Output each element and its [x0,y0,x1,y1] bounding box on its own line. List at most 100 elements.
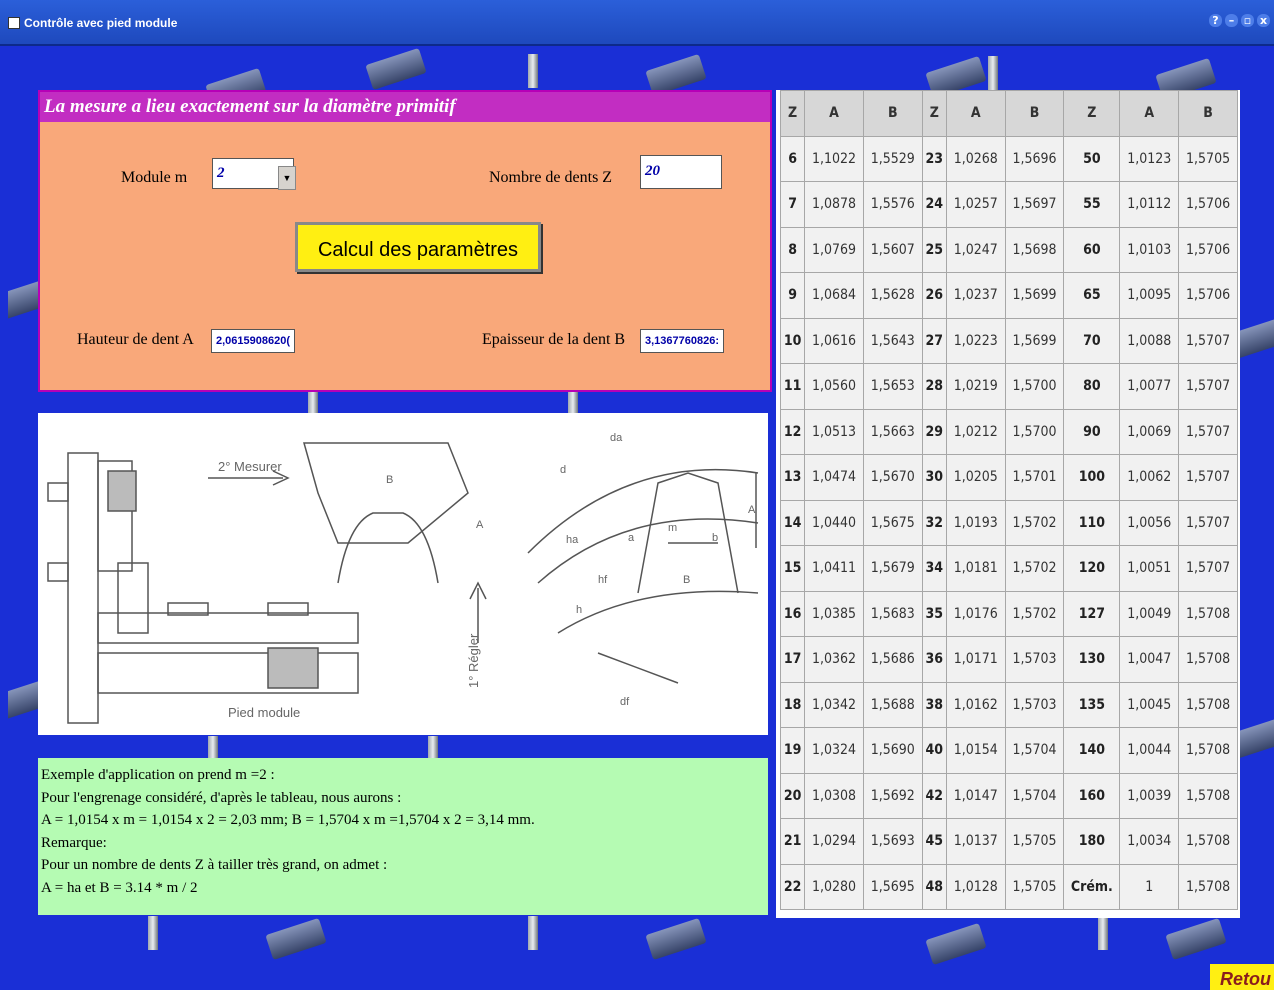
addendum-label: ha [566,534,579,546]
table-cell: 1,5663 [862,408,923,455]
table-cell: 70 [1063,317,1121,364]
chevron-down-icon[interactable]: ▼ [278,166,296,190]
table-cell: 1,0049 [1119,590,1180,637]
table-cell: 50 [1063,135,1121,182]
table-cell: 1,5696 [1004,135,1065,182]
table-cell: 1,5686 [862,636,923,683]
table-cell: 1,5703 [1004,681,1065,728]
height-a-label: A [748,504,756,516]
table-header-cell: Z [779,90,806,137]
table-row: 15 1,0411 1,5679 34 1,0181 1,5702 120 1,0051 1,5… [779,545,1238,592]
table-cell: 16 [779,590,806,637]
back-button[interactable]: Retou [1210,964,1274,990]
table-cell: 22 [779,863,806,910]
close-icon[interactable]: x [1257,14,1270,27]
maximize-icon[interactable]: ▫ [1241,14,1254,27]
table-cell: 1,5690 [862,727,923,774]
table-cell: 1,5679 [862,545,923,592]
table-cell: 1,5708 [1178,818,1238,865]
table-cell: 25 [921,226,947,273]
table-cell: 42 [921,772,947,819]
reference-table-panel: ZABZABZAB 6 1,1022 1,5529 23 1,0268 1,5696 50 1… [776,90,1240,918]
table-cell: 65 [1063,272,1121,319]
tooth-height-label: Hauteur de dent A [77,331,194,348]
calculate-button[interactable]: Calcul des paramètres [295,222,541,272]
pitch-diameter-label: d [560,464,566,476]
table-cell: 1,5702 [1004,590,1065,637]
table-cell: 1,0247 [945,226,1006,273]
table-cell: 1,0513 [804,408,864,455]
table-cell: 26 [921,272,947,319]
table-cell: 1,0411 [804,545,864,592]
table-cell: 1,0034 [1119,818,1180,865]
table-header-cell: Z [1063,90,1121,137]
table-cell: 1,0324 [804,727,864,774]
table-cell: 1,0219 [945,363,1006,410]
table-cell: 1,5701 [1004,454,1065,501]
example-line: A = 1,0154 x m = 1,0154 x 2 = 2,03 mm; B… [41,812,535,828]
tooth-height-output[interactable]: 2,0615908620( [211,329,295,353]
table-cell: 1,0212 [945,408,1006,455]
table-cell: 1,0137 [945,818,1006,865]
table-row: 21 1,0294 1,5693 45 1,0137 1,5705 180 1,0034 1,5… [779,818,1238,865]
table-cell: 35 [921,590,947,637]
module-label: Module m [121,169,188,186]
table-cell: 1,5683 [862,590,923,637]
table-cell: 32 [921,499,947,546]
table-cell: 1,0047 [1119,636,1180,683]
table-cell: 1,0069 [1119,408,1180,455]
table-cell: 1,0223 [945,317,1006,364]
tip-diameter-label: da [610,432,623,444]
dimension-b-label: B [386,474,393,486]
table-cell: 1,0684 [804,272,864,319]
point-b-label: b [712,532,718,544]
table-row: 14 1,0440 1,5675 32 1,0193 1,5702 110 1,0056 1,5… [779,499,1238,546]
table-cell: 1,0237 [945,272,1006,319]
table-cell: 45 [921,818,947,865]
table-cell: 7 [779,181,806,228]
window-controls: ? – ▫ x [1209,14,1270,27]
window-title: Contrôle avec pied module [24,16,178,30]
table-row: 12 1,0513 1,5663 29 1,0212 1,5700 90 1,0069 1,57… [779,408,1238,455]
table-cell: 48 [921,863,947,910]
table-cell: 1,5576 [862,181,923,228]
tooth-thickness-output[interactable]: 3,1367760826: [640,329,724,353]
table-cell: 34 [921,545,947,592]
table-cell: 8 [779,226,806,273]
table-cell: 1,0268 [945,135,1006,182]
table-cell: 1,0045 [1119,681,1180,728]
help-icon[interactable]: ? [1209,14,1222,27]
teeth-count-input[interactable]: 20 [640,155,722,189]
table-cell: 1,5707 [1178,408,1238,455]
table-cell: 1,0147 [945,772,1006,819]
table-header-row: ZABZABZAB [779,90,1238,137]
table-cell: 180 [1063,818,1121,865]
table-cell: 1,0128 [945,863,1006,910]
dedendum-label: hf [598,574,608,586]
reference-table: ZABZABZAB 6 1,1022 1,5529 23 1,0268 1,5696 50 1… [779,90,1238,910]
app-icon [8,17,20,29]
table-cell: 1,5705 [1004,863,1065,910]
table-cell: 1,0440 [804,499,864,546]
adjust-label: 1° Régler [466,633,481,688]
minimize-icon[interactable]: – [1225,14,1238,27]
table-cell: 36 [921,636,947,683]
table-cell: 1,5708 [1178,772,1238,819]
height-h-label: h [576,604,582,616]
table-cell: 1,5708 [1178,636,1238,683]
table-cell: 1,0342 [804,681,864,728]
table-cell: 1,5700 [1004,408,1065,455]
table-row: 22 1,0280 1,5695 48 1,0128 1,5705 Crém. 1 1,5708 [779,863,1238,910]
table-cell: 1,5653 [862,363,923,410]
table-row: 16 1,0385 1,5683 35 1,0176 1,5702 127 1,0049 1,5… [779,590,1238,637]
table-cell: 1,5704 [1004,772,1065,819]
table-cell: 1,0112 [1119,181,1180,228]
tooth-thickness-label: Epaisseur de la dent B [482,331,626,348]
table-cell: 1,0062 [1119,454,1180,501]
table-cell: 1,0095 [1119,272,1180,319]
table-row: 20 1,0308 1,5692 42 1,0147 1,5704 160 1,0039 1,5… [779,772,1238,819]
table-cell: 1,5695 [862,863,923,910]
table-cell: 1,0171 [945,636,1006,683]
table-cell: 90 [1063,408,1121,455]
table-cell: 1,0056 [1119,499,1180,546]
